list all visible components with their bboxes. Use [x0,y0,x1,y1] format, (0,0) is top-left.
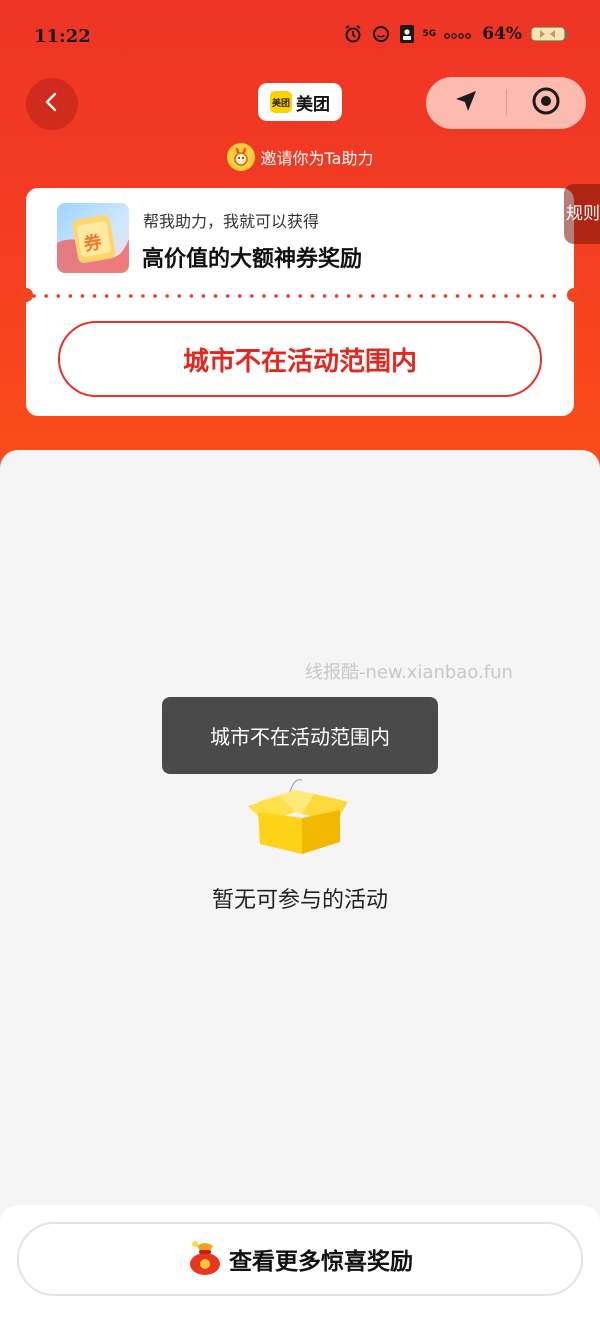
more-rewards-label: 查看更多惊喜奖励 [229,1248,413,1275]
close-miniprogram-button[interactable] [507,77,587,129]
logo-badge: 美团 [270,91,292,113]
back-button[interactable] [26,78,78,130]
face-icon [371,24,391,44]
status-bar: 11:22 5G 64% [0,0,600,72]
lucky-bag-icon [187,1238,223,1280]
city-status-button[interactable]: 城市不在活动范围内 [58,321,542,397]
signal-icon [444,28,474,40]
reward-card: 券 帮我助力，我就可以获得 高价值的大额神券奖励 城市不在活动范围内 [19,188,581,416]
target-icon [531,86,561,120]
mini-program-capsule [426,77,586,129]
network-type: 5G [422,28,437,39]
location-arrow-icon [453,88,479,118]
bottom-bar: 查看更多惊喜奖励 [0,1205,600,1333]
empty-box-icon [244,772,354,858]
invite-text: 邀请你为Ta助力 [260,149,374,168]
alarm-icon [343,24,363,44]
rules-button[interactable]: 规则 [564,184,600,244]
watermark: 线报酷-new.xianbao.fun [305,662,513,683]
sim-icon [399,24,415,44]
status-time: 11:22 [34,26,91,47]
empty-state-text: 暂无可参与的活动 [211,888,388,913]
network-label: 5G [422,28,437,39]
perforation-divider [32,294,568,298]
card-subtitle: 帮我助力，我就可以获得 [143,212,320,231]
mascot-avatar-icon [226,143,255,171]
more-rewards-button[interactable]: 查看更多惊喜奖励 [17,1222,583,1296]
logo-text: 美团 [296,94,330,115]
location-button[interactable] [426,77,506,129]
coupon-image: 券 [57,203,129,273]
back-icon [41,91,63,117]
status-icons: 5G 64% [343,24,570,44]
meituan-logo: 美团 美团 [258,83,342,121]
battery-icon [530,24,570,44]
card-title: 高价值的大额神券奖励 [142,247,363,272]
invite-banner: 邀请你为Ta助力 [0,142,600,172]
toast-message: 城市不在活动范围内 [162,697,438,774]
battery-percent: 64% [482,24,522,44]
